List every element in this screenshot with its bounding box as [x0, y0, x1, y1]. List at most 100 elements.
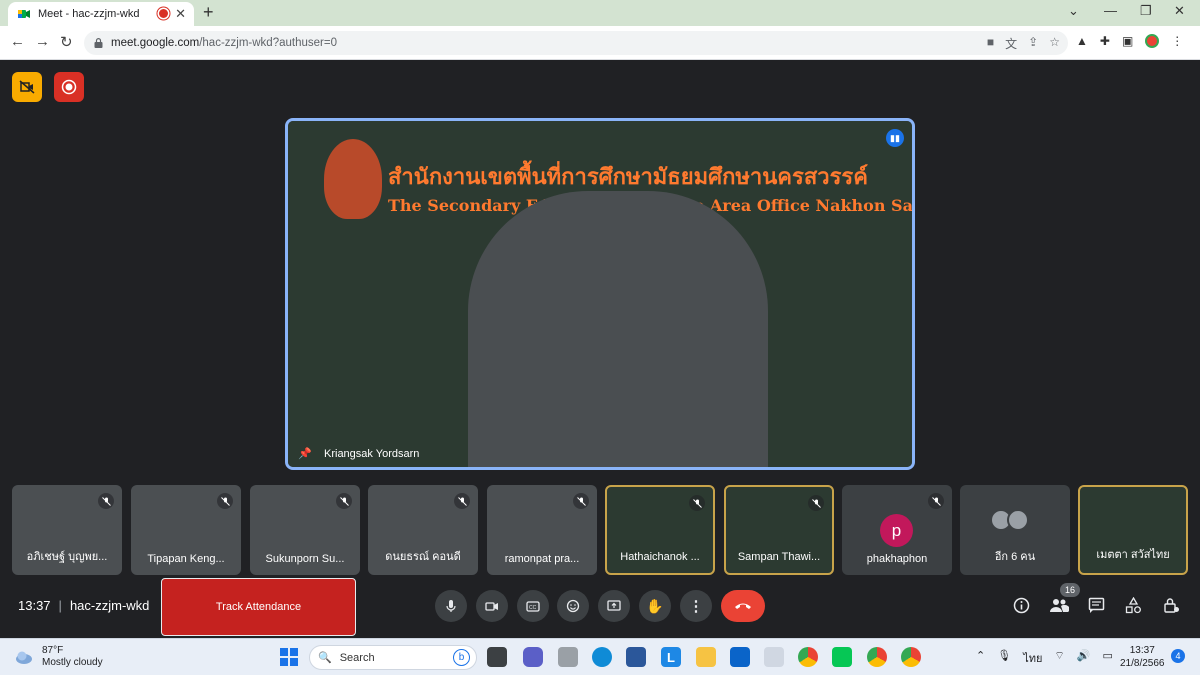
weather-condition: Mostly cloudy	[42, 657, 103, 668]
tab-search-icon[interactable]: ⌄	[1068, 3, 1079, 19]
teams-chat-icon[interactable]	[523, 647, 543, 667]
browser-tab-meet[interactable]: Meet - hac-zzjm-wkd ✕	[8, 2, 194, 26]
task-view-icon[interactable]	[487, 647, 507, 667]
profile-avatar-icon[interactable]	[1145, 34, 1160, 48]
speaking-audio-icon: ▮▮	[886, 129, 904, 147]
windows-start-icon[interactable]	[279, 647, 299, 667]
camera-button[interactable]	[476, 590, 508, 622]
divider: |	[58, 598, 62, 613]
people-button[interactable]	[1049, 597, 1070, 619]
url-path: /hac-zzjm-wkd?authuser=0	[199, 37, 337, 49]
bookmark-star-icon[interactable]: ☆	[1049, 35, 1060, 52]
edge-browser-icon[interactable]	[592, 647, 612, 667]
meeting-code: hac-zzjm-wkd	[69, 598, 150, 613]
more-participants-label: อีก 6 คน	[994, 551, 1036, 563]
window-close-button[interactable]: ✕	[1174, 3, 1185, 19]
taskbar-time: 13:37	[1129, 645, 1155, 656]
recording-button[interactable]	[54, 72, 84, 102]
weather-widget[interactable]: 87°F Mostly cloudy	[14, 645, 103, 669]
omnibox-actions: ■ 文 ⇪ ☆	[987, 35, 1060, 52]
word-icon[interactable]	[626, 647, 646, 667]
participant-name: Hathaichanok ...	[620, 551, 700, 563]
browser-menu-icon[interactable]: ⋮	[1171, 34, 1183, 48]
file-explorer-icon[interactable]	[696, 647, 716, 667]
raise-hand-button[interactable]: ✋	[639, 590, 671, 622]
maximize-button[interactable]: ❐	[1140, 3, 1152, 19]
participant-tile[interactable]: ดนยธรณ์ คอนดี	[368, 485, 478, 575]
participant-name: Sampan Thawi...	[737, 551, 821, 563]
camera-off-indicator-button[interactable]	[12, 72, 42, 102]
participant-tile[interactable]: ramonpat pra...	[487, 485, 597, 575]
address-bar[interactable]: meet.google.com/hac-zzjm-wkd?authuser=0 …	[84, 31, 1068, 55]
microphone-tray-icon[interactable]: 🎙	[997, 649, 1011, 667]
captions-button[interactable]: CC	[517, 590, 549, 622]
reload-icon[interactable]: ↻	[60, 33, 73, 51]
meeting-details-button[interactable]	[1013, 597, 1030, 619]
record-icon	[61, 79, 77, 95]
chrome-profile-icon[interactable]	[867, 647, 887, 667]
translate-icon[interactable]: 文	[1005, 35, 1017, 52]
camera-in-use-icon[interactable]: ■	[987, 35, 994, 52]
meeting-time: 13:37	[18, 598, 51, 613]
microphone-button[interactable]	[435, 590, 467, 622]
taskbar-clock[interactable]: 13:37 21/8/2566	[1120, 644, 1165, 670]
pin-icon[interactable]: 📌	[298, 447, 312, 460]
volume-icon[interactable]: 🔊	[1077, 649, 1091, 667]
participant-tile[interactable]: Sampan Thawi...	[724, 485, 834, 575]
show-hidden-icons-chevron-icon[interactable]: ⌃	[976, 649, 985, 667]
taskbar-search-box[interactable]: 🔍 Search b	[309, 645, 477, 670]
back-arrow-icon[interactable]: ←	[10, 33, 25, 50]
mic-off-icon	[573, 493, 589, 509]
hang-up-icon	[735, 603, 751, 609]
participant-name: Tipapan Keng...	[147, 553, 225, 565]
more-participants-tile[interactable]: อีก 6 คน	[960, 485, 1070, 575]
activities-button[interactable]	[1125, 596, 1142, 619]
participant-name: ดนยธรณ์ คอนดี	[385, 551, 461, 563]
participant-tile[interactable]: p phakhaphon	[842, 485, 952, 575]
share-icon[interactable]: ⇪	[1028, 35, 1038, 52]
participant-name: เมตตา สวัสไทย	[1096, 549, 1170, 561]
present-screen-button[interactable]	[598, 590, 630, 622]
track-attendance-button[interactable]: Track Attendance	[161, 578, 356, 636]
battery-icon[interactable]: ▭	[1102, 649, 1112, 667]
input-language[interactable]: ไทย	[1023, 649, 1042, 667]
side-panel-icon[interactable]: ▣	[1122, 34, 1133, 48]
wifi-icon[interactable]: ⌔	[1054, 649, 1064, 667]
notification-badge[interactable]: 4	[1171, 649, 1185, 663]
more-participants-avatars	[990, 509, 1029, 531]
host-controls-button[interactable]	[1163, 597, 1180, 619]
chat-button[interactable]	[1088, 597, 1105, 619]
video-camera-icon	[485, 602, 498, 611]
chrome-icon[interactable]	[798, 647, 818, 667]
app-icon[interactable]	[558, 647, 578, 667]
system-tray: ⌃ 🎙 ไทย ⌔ 🔊 ▭	[976, 649, 1113, 667]
puzzle-extensions-icon[interactable]: ✚	[1100, 34, 1110, 48]
new-tab-button[interactable]: +	[203, 2, 214, 23]
participant-name: ramonpat pra...	[504, 553, 580, 565]
leave-call-button[interactable]	[721, 590, 765, 622]
participant-tile[interactable]: เมตตา สวัสไทย	[1078, 485, 1188, 575]
minimize-button[interactable]: —	[1104, 3, 1117, 18]
chrome-active-icon[interactable]	[901, 647, 921, 667]
main-speaker-tile[interactable]: สำนักงานเขตพื้นที่การศึกษามัธยมศึกษานครส…	[285, 118, 915, 470]
snipping-tool-icon[interactable]	[764, 647, 784, 667]
info-icon	[1013, 597, 1030, 614]
extension-icon[interactable]: ▲	[1076, 34, 1088, 48]
participant-tile[interactable]: Hathaichanok ...	[605, 485, 715, 575]
line-app-icon[interactable]	[832, 647, 852, 667]
l-app-icon[interactable]: L	[661, 647, 681, 667]
mail-icon[interactable]	[730, 647, 750, 667]
participant-tile[interactable]: Tipapan Keng...	[131, 485, 241, 575]
forward-arrow-icon[interactable]: →	[35, 33, 50, 50]
taskbar-date: 21/8/2566	[1120, 658, 1165, 669]
url-host: meet.google.com	[111, 37, 200, 49]
reactions-button[interactable]	[557, 590, 589, 622]
google-meet-icon	[18, 10, 30, 18]
participant-tile[interactable]: Sukunporn Su...	[250, 485, 360, 575]
more-options-button[interactable]: ⋮	[680, 590, 712, 622]
present-screen-icon	[607, 600, 621, 611]
windows-taskbar: 87°F Mostly cloudy 🔍 Search b L ⌃ 🎙 ไทย …	[0, 638, 1200, 675]
tab-close-icon[interactable]: ✕	[175, 6, 186, 22]
mic-off-icon	[98, 493, 114, 509]
participant-tile[interactable]: อภิเชษฐ์ บุญพย...	[12, 485, 122, 575]
